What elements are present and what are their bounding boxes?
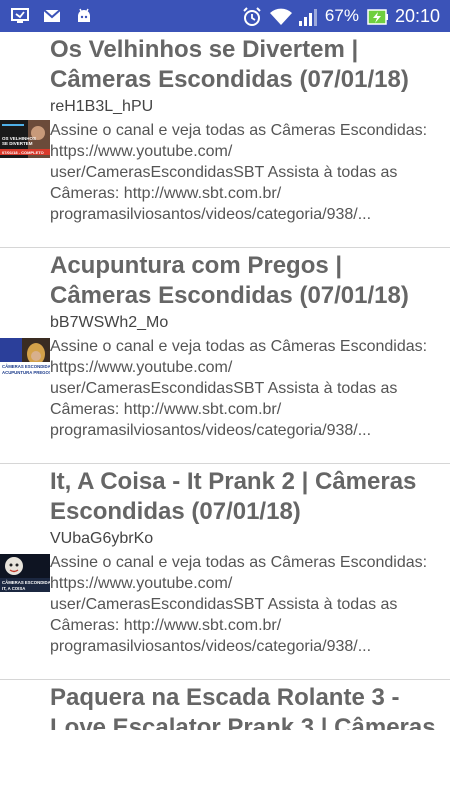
video-id: reH1B3L_hPU <box>50 98 154 115</box>
list-item[interactable]: CÂMERAS ESCONDIDAS: ACUPUNTURA PREGOS Ac… <box>0 248 450 464</box>
mail-icon <box>42 6 62 26</box>
video-title[interactable]: Acupuntura com Pregos | Câmeras Escondid… <box>50 251 446 311</box>
video-info: Acupuntura com Pregos | Câmeras Escondid… <box>50 248 446 441</box>
svg-text:ACUPUNTURA PREGOS: ACUPUNTURA PREGOS <box>2 370 50 375</box>
list-item[interactable]: CÂMERAS ESCONDIDAS: IT, A COISA It, A Co… <box>0 464 450 680</box>
list-item[interactable]: OS VELHINHOS SE DIVERTEM 07/01/18 - COMP… <box>0 32 450 248</box>
battery-charging-icon <box>367 6 388 26</box>
video-title[interactable]: It, A Coisa - It Prank 2 | Câmeras Escon… <box>50 467 446 527</box>
video-thumbnail[interactable]: CÂMERAS ESCONDIDAS: ACUPUNTURA PREGOS <box>0 338 50 376</box>
video-list[interactable]: OS VELHINHOS SE DIVERTEM 07/01/18 - COMP… <box>0 32 450 730</box>
svg-text:CÂMERAS ESCONDIDAS:: CÂMERAS ESCONDIDAS: <box>2 580 50 585</box>
video-thumbnail[interactable]: CÂMERAS ESCONDIDAS: IT, A COISA <box>0 554 50 592</box>
video-info: Paquera na Escada Rolante 3 - Love Escal… <box>50 680 446 730</box>
battery-percent: 67% <box>324 6 359 25</box>
video-info: Os Velhinhos se Divertem | Câmeras Escon… <box>50 32 446 225</box>
video-id: VUbaG6ybrKo <box>50 530 154 547</box>
svg-text:IT, A COISA: IT, A COISA <box>2 586 25 591</box>
svg-text:SE DIVERTEM: SE DIVERTEM <box>2 141 33 146</box>
video-info: It, A Coisa - It Prank 2 | Câmeras Escon… <box>50 464 446 657</box>
video-title[interactable]: Os Velhinhos se Divertem | Câmeras Escon… <box>50 35 446 95</box>
status-right-icons: 67% 20:10 <box>241 5 440 27</box>
screen-cast-icon <box>10 6 30 26</box>
status-bar: 67% 20:10 <box>0 0 450 32</box>
video-title[interactable]: Paquera na Escada Rolante 3 - Love Escal… <box>50 683 446 730</box>
svg-text:CÂMERAS ESCONDIDAS:: CÂMERAS ESCONDIDAS: <box>2 364 50 369</box>
alarm-icon <box>241 6 261 26</box>
clock: 20:10 <box>394 6 440 26</box>
video-description: Assine o canal e veja todas as Câmeras E… <box>50 338 428 439</box>
wifi-icon <box>269 6 292 26</box>
signal-icon <box>297 6 317 26</box>
status-left-icons <box>10 6 94 26</box>
video-description: Assine o canal e veja todas as Câmeras E… <box>50 554 428 655</box>
video-thumbnail[interactable]: OS VELHINHOS SE DIVERTEM 07/01/18 - COMP… <box>0 120 50 158</box>
video-description: Assine o canal e veja todas as Câmeras E… <box>50 122 428 223</box>
android-icon <box>74 6 94 26</box>
video-id: bB7WSWh2_Mo <box>50 314 169 331</box>
svg-text:07/01/18 - COMPLETO: 07/01/18 - COMPLETO <box>2 150 44 155</box>
